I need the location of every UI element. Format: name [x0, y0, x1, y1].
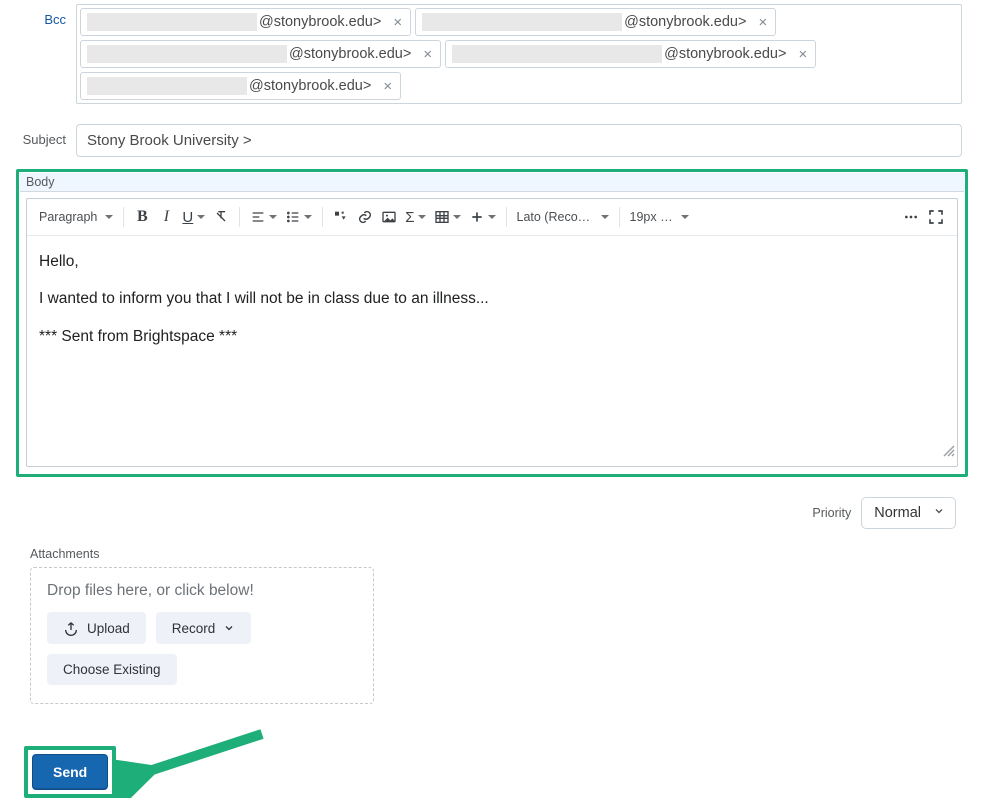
editor-toolbar: Paragraph B I U: [27, 199, 957, 236]
chevron-down-icon: [304, 215, 312, 219]
remove-chip-icon[interactable]: ×: [391, 15, 404, 30]
bcc-chip[interactable]: @stonybrook.edu> ×: [80, 8, 411, 36]
redacted-name: [422, 13, 622, 31]
email-suffix: @stonybrook.edu>: [624, 14, 746, 30]
redacted-name: [452, 45, 662, 63]
italic-button[interactable]: I: [154, 204, 178, 230]
bcc-chip[interactable]: @stonybrook.edu> ×: [80, 40, 441, 68]
remove-chip-icon[interactable]: ×: [756, 15, 769, 30]
insert-stuff-button[interactable]: [329, 204, 353, 230]
bcc-chip[interactable]: @stonybrook.edu> ×: [445, 40, 816, 68]
choose-existing-label: Choose Existing: [63, 662, 161, 677]
editor-textarea[interactable]: Hello, I wanted to inform you that I wil…: [27, 236, 957, 466]
body-label: Body: [20, 173, 964, 192]
font-family-label: Lato (Recom…: [517, 210, 593, 224]
bcc-field[interactable]: @stonybrook.edu> × @stonybrook.edu> × @s…: [76, 4, 962, 104]
plus-button[interactable]: [465, 204, 500, 230]
chevron-down-icon: [453, 215, 461, 219]
font-family-select[interactable]: Lato (Recom…: [513, 204, 613, 230]
chevron-down-icon: [681, 215, 689, 219]
paragraph-format-select[interactable]: Paragraph: [35, 204, 117, 230]
send-button[interactable]: Send: [32, 754, 108, 790]
body-highlight-frame: Body Paragraph B I U: [16, 169, 968, 477]
upload-button[interactable]: Upload: [47, 612, 146, 644]
email-suffix: @stonybrook.edu>: [249, 78, 371, 94]
send-highlight-frame: Send: [24, 746, 116, 798]
email-suffix: @stonybrook.edu>: [664, 46, 786, 62]
bcc-chip[interactable]: @stonybrook.edu> ×: [415, 8, 776, 36]
resize-handle-icon[interactable]: [941, 441, 955, 464]
attachments-label: Attachments: [30, 547, 984, 561]
insert-image-button[interactable]: [377, 204, 401, 230]
chevron-down-icon: [223, 622, 235, 634]
list-button[interactable]: [281, 204, 316, 230]
underline-button[interactable]: U: [178, 204, 209, 230]
chevron-down-icon: [933, 505, 945, 521]
email-suffix: @stonybrook.edu>: [289, 46, 411, 62]
bcc-chip[interactable]: @stonybrook.edu> ×: [80, 72, 401, 100]
body-paragraph: Hello,: [39, 250, 945, 273]
email-suffix: @stonybrook.edu>: [259, 14, 381, 30]
chevron-down-icon: [197, 215, 205, 219]
annotation-arrow-icon: [112, 728, 272, 798]
clear-format-button[interactable]: [209, 204, 233, 230]
upload-label: Upload: [87, 621, 130, 636]
remove-chip-icon[interactable]: ×: [421, 47, 434, 62]
remove-chip-icon[interactable]: ×: [381, 79, 394, 94]
equation-button[interactable]: Σ: [401, 204, 429, 230]
priority-value: Normal: [874, 505, 921, 521]
body-paragraph: *** Sent from Brightspace ***: [39, 325, 945, 348]
record-label: Record: [172, 621, 216, 636]
bcc-label[interactable]: Bcc: [0, 4, 76, 27]
chevron-down-icon: [488, 215, 496, 219]
remove-chip-icon[interactable]: ×: [796, 47, 809, 62]
body-paragraph: I wanted to inform you that I will not b…: [39, 287, 945, 310]
redacted-name: [87, 45, 287, 63]
redacted-name: [87, 77, 247, 95]
font-size-label: 19px …: [630, 210, 673, 224]
fullscreen-button[interactable]: [923, 204, 949, 230]
priority-select[interactable]: Normal: [861, 497, 956, 529]
chevron-down-icon: [269, 215, 277, 219]
paragraph-format-label: Paragraph: [39, 210, 97, 224]
rich-text-editor: Paragraph B I U: [26, 198, 958, 467]
subject-label: Subject: [0, 124, 76, 147]
chevron-down-icon: [418, 215, 426, 219]
bold-button[interactable]: B: [130, 204, 154, 230]
insert-link-button[interactable]: [353, 204, 377, 230]
font-size-select[interactable]: 19px …: [626, 204, 688, 230]
subject-input[interactable]: [76, 124, 962, 157]
upload-icon: [63, 620, 79, 636]
redacted-name: [87, 13, 257, 31]
attachments-dropzone[interactable]: Drop files here, or click below! Upload …: [30, 567, 374, 704]
align-button[interactable]: [246, 204, 281, 230]
record-button[interactable]: Record: [156, 612, 252, 644]
priority-label: Priority: [812, 506, 851, 520]
dropzone-text: Drop files here, or click below!: [47, 582, 357, 600]
chevron-down-icon: [105, 215, 113, 219]
choose-existing-button[interactable]: Choose Existing: [47, 654, 177, 685]
more-actions-button[interactable]: [899, 204, 923, 230]
table-button[interactable]: [430, 204, 465, 230]
chevron-down-icon: [601, 215, 609, 219]
